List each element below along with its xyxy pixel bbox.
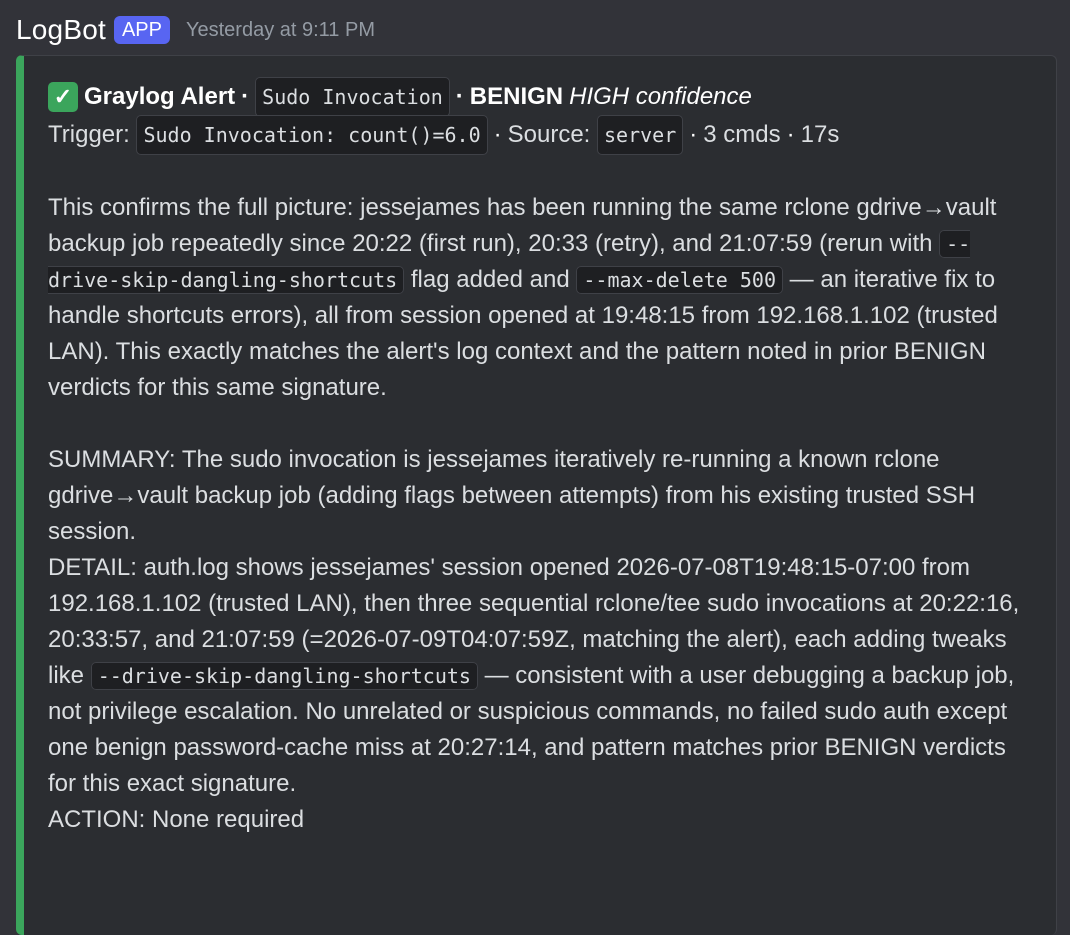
- analysis-text: This confirms the full picture: jessejam…: [48, 194, 997, 257]
- flag-code: --drive-skip-dangling-shortcuts: [90, 662, 478, 690]
- title-label: Graylog Alert: [84, 83, 236, 110]
- separator-dot: ·: [241, 83, 250, 110]
- source-label: Source:: [507, 121, 591, 148]
- source-value: server: [597, 115, 684, 155]
- alert-embed: ✓ Graylog Alert · Sudo Invocation · BENI…: [16, 55, 1057, 935]
- duration: 17s: [800, 121, 840, 148]
- action-line: ACTION: None required: [48, 806, 305, 833]
- author-name[interactable]: LogBot: [16, 14, 106, 46]
- analysis-text: flag added and: [404, 266, 577, 293]
- app-badge: APP: [113, 16, 170, 44]
- message-header: LogBot APP Yesterday at 9:11 PM: [16, 10, 375, 50]
- confidence: HIGH confidence: [569, 83, 752, 110]
- detail-paragraph: DETAIL: auth.log shows jessejames' sessi…: [48, 550, 1032, 802]
- message-timestamp[interactable]: Yesterday at 9:11 PM: [186, 19, 375, 42]
- summary-paragraph: SUMMARY: The sudo invocation is jessejam…: [48, 446, 976, 545]
- verdict: BENIGN: [469, 83, 564, 110]
- trigger-query: Sudo Invocation: count()=6.0: [136, 115, 488, 155]
- separator-dot: ·: [455, 83, 464, 110]
- cmd-count: 3 cmds: [703, 121, 781, 148]
- separator-dot: ·: [493, 121, 502, 148]
- trigger-label: Trigger:: [48, 121, 130, 148]
- embed-body: ✓ Graylog Alert · Sudo Invocation · BENI…: [48, 77, 1032, 838]
- analysis-paragraph: This confirms the full picture: jessejam…: [48, 190, 1032, 406]
- trigger-line: Trigger: Sudo Invocation: count()=6.0 · …: [48, 115, 1032, 155]
- embed-title: ✓ Graylog Alert · Sudo Invocation · BENI…: [48, 77, 1032, 117]
- separator-dot: ·: [786, 121, 795, 148]
- check-icon: ✓: [48, 82, 78, 112]
- separator-dot: ·: [689, 121, 698, 148]
- signature-code: Sudo Invocation: [255, 77, 450, 117]
- flag-code: --max-delete 500: [576, 266, 784, 294]
